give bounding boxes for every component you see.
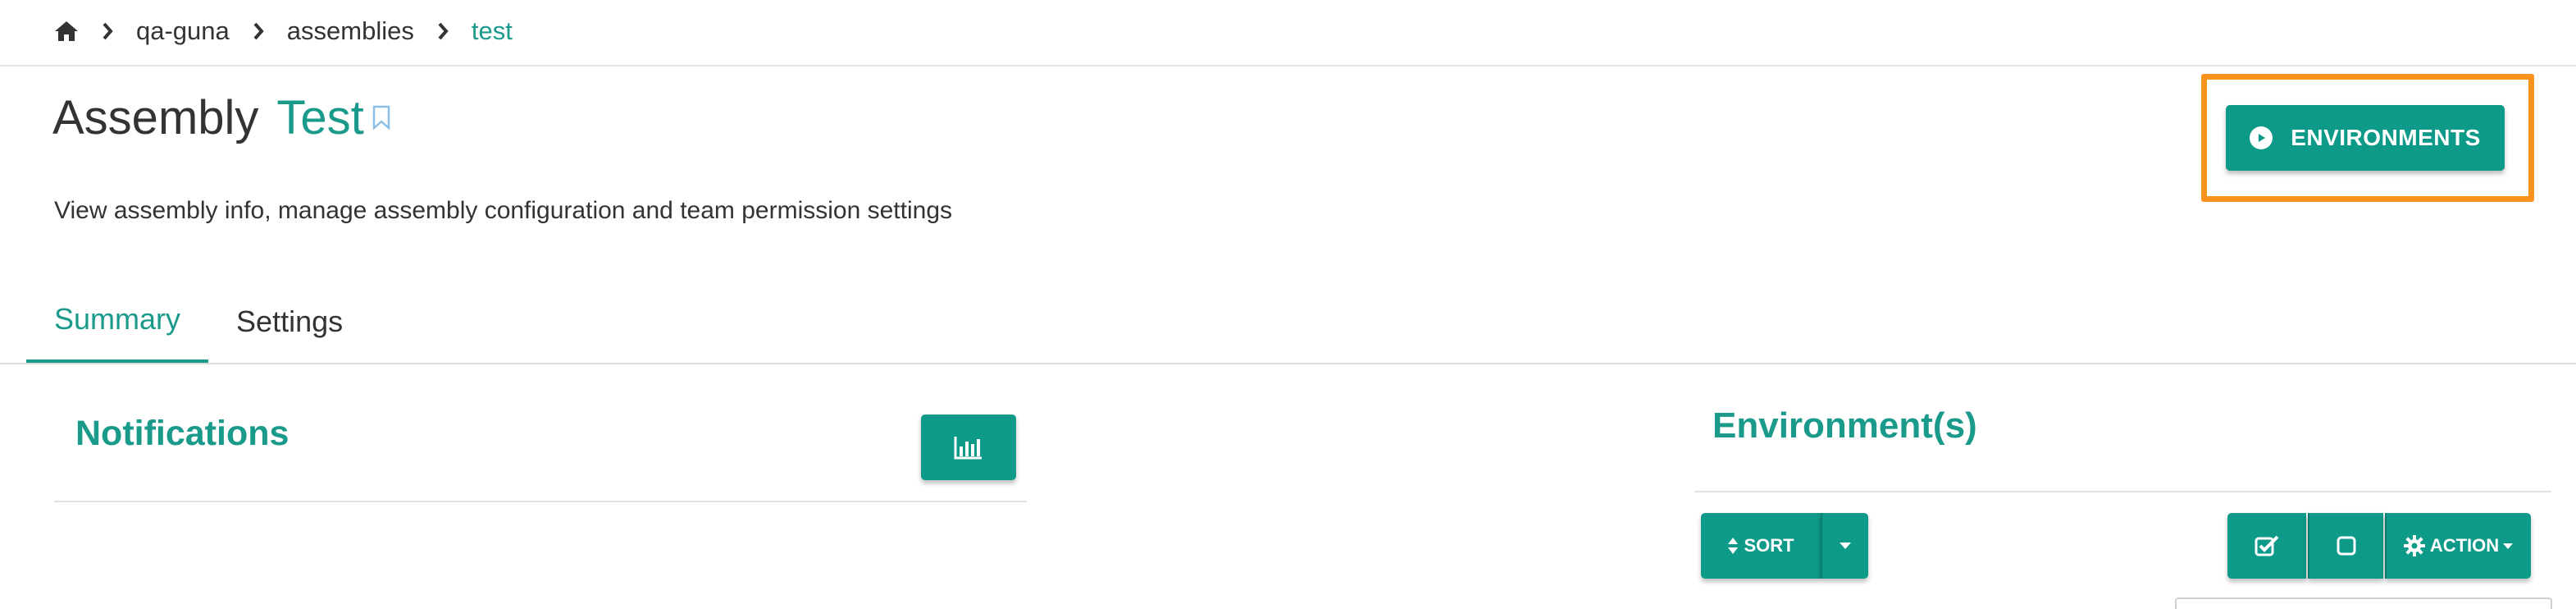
page-title: Assembly Test	[52, 90, 390, 164]
notifications-chart-button[interactable]	[921, 414, 1016, 480]
bar-chart-icon	[954, 435, 983, 460]
chevron-right-icon	[249, 22, 267, 40]
chevron-right-icon	[98, 22, 116, 40]
checkbox-checked-icon	[2255, 535, 2279, 556]
deselect-all-button[interactable]	[2308, 513, 2383, 579]
notifications-divider	[54, 501, 1027, 502]
bookmark-outline-icon[interactable]	[372, 105, 390, 130]
notifications-title: Notifications	[75, 414, 290, 453]
environments-button-label: ENVIRONMENTS	[2291, 125, 2481, 150]
breadcrumb-item-assemblies[interactable]: assemblies	[287, 16, 414, 46]
tabs-divider	[0, 363, 2576, 364]
breadcrumb-item-qa-guna[interactable]: qa-guna	[136, 16, 230, 46]
tab-settings[interactable]: Settings	[208, 279, 371, 364]
select-all-button[interactable]	[2227, 513, 2306, 579]
environments-title: Environment(s)	[1712, 405, 1977, 446]
environments-filter-input[interactable]	[2175, 598, 2552, 609]
play-circle-icon	[2250, 126, 2273, 149]
sort-dropdown-button[interactable]	[1821, 513, 1868, 579]
page-title-prefix: Assembly	[52, 91, 259, 144]
environments-button[interactable]: ENVIRONMENTS	[2226, 105, 2505, 171]
caret-down-icon	[2502, 543, 2514, 550]
sort-button-label: SORT	[1744, 535, 1794, 556]
sort-button[interactable]: SORT	[1701, 513, 1821, 579]
action-button[interactable]: ACTION	[2385, 513, 2531, 579]
action-button-label: ACTION	[2429, 535, 2500, 556]
caret-down-icon	[1839, 542, 1852, 550]
breadcrumb: qa-guna assemblies test	[54, 11, 513, 51]
checkbox-empty-icon	[2336, 535, 2357, 556]
gear-icon	[2403, 535, 2425, 556]
breadcrumb-item-current: test	[471, 16, 513, 45]
environments-divider	[1694, 491, 2551, 492]
sort-icon	[1727, 537, 1739, 555]
tab-bar: Summary Settings	[26, 279, 371, 364]
page-subtitle: View assembly info, manage assembly conf…	[54, 197, 952, 224]
header-divider	[0, 65, 2576, 66]
chevron-right-icon	[434, 22, 452, 40]
tab-summary[interactable]: Summary	[26, 279, 209, 364]
home-icon[interactable]	[54, 21, 79, 42]
assembly-name: Test	[276, 91, 364, 144]
